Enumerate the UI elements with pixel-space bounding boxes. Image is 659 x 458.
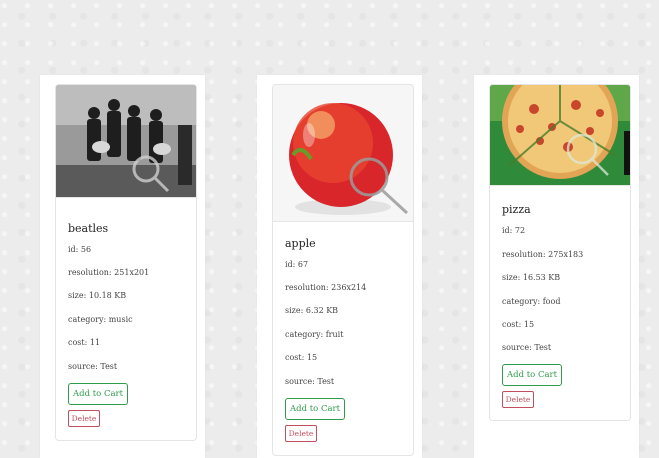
- product-size: size: 16.53 KB: [502, 273, 561, 282]
- photo-apple-icon: [273, 85, 413, 221]
- product-category: category: music: [68, 315, 133, 324]
- product-resolution: resolution: 236x214: [285, 283, 367, 292]
- add-to-cart-button[interactable]: Add to Cart: [68, 383, 128, 405]
- product-title: pizza: [502, 203, 531, 216]
- product-resolution: resolution: 251x201: [68, 268, 150, 277]
- photo-pizza-icon: [490, 85, 630, 185]
- product-source: source: Test: [502, 343, 552, 352]
- product-image[interactable]: [490, 85, 630, 186]
- product-title: apple: [285, 237, 316, 250]
- delete-button[interactable]: Delete: [502, 391, 534, 408]
- add-to-cart-button[interactable]: Add to Cart: [502, 364, 562, 386]
- product-card: pizza id: 72 resolution: 275x183 size: 1…: [489, 84, 631, 421]
- photo-band-icon: [56, 85, 196, 197]
- product-card: apple id: 67 resolution: 236x214 size: 6…: [272, 84, 414, 456]
- product-image[interactable]: [56, 85, 196, 198]
- product-id: id: 56: [68, 245, 92, 254]
- product-image[interactable]: [273, 85, 413, 222]
- product-category: category: food: [502, 297, 561, 306]
- delete-button[interactable]: Delete: [285, 425, 317, 442]
- product-resolution: resolution: 275x183: [502, 250, 584, 259]
- delete-button[interactable]: Delete: [68, 410, 100, 427]
- product-cost: cost: 15: [502, 320, 535, 329]
- product-id: id: 72: [502, 226, 526, 235]
- product-card: beatles id: 56 resolution: 251x201 size:…: [55, 84, 197, 441]
- product-id: id: 67: [285, 260, 309, 269]
- add-to-cart-button[interactable]: Add to Cart: [285, 398, 345, 420]
- product-title: beatles: [68, 222, 109, 235]
- product-category: category: fruit: [285, 330, 344, 339]
- product-source: source: Test: [285, 377, 335, 386]
- product-size: size: 6.32 KB: [285, 306, 339, 315]
- product-source: source: Test: [68, 362, 118, 371]
- product-cost: cost: 15: [285, 353, 318, 362]
- product-size: size: 10.18 KB: [68, 291, 127, 300]
- product-cost: cost: 11: [68, 338, 101, 347]
